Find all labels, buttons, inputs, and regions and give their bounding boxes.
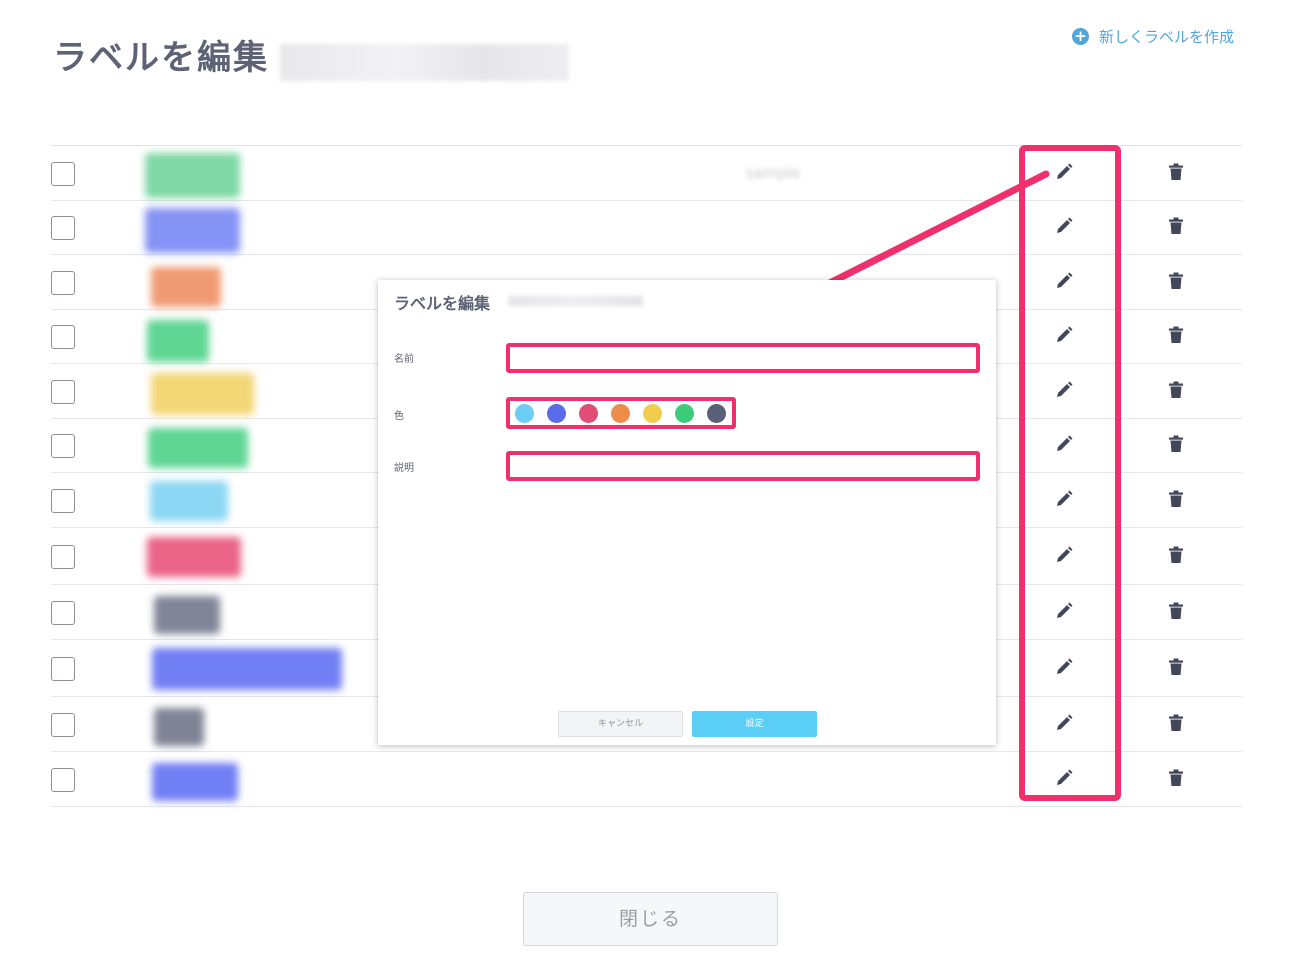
color-swatch[interactable]	[515, 403, 534, 423]
name-label: 名前	[394, 354, 414, 365]
label-description: sample	[746, 163, 801, 182]
row-checkbox[interactable]	[51, 488, 75, 513]
pencil-icon[interactable]	[1054, 768, 1074, 788]
plus-circle-icon: +	[1072, 28, 1089, 45]
page-title: ラベルを編集	[53, 38, 269, 78]
description-input[interactable]	[506, 451, 980, 481]
pencil-icon[interactable]	[1054, 489, 1074, 509]
trash-icon[interactable]	[1166, 768, 1186, 788]
row-checkbox[interactable]	[51, 712, 75, 737]
close-button[interactable]: 閉じる	[523, 892, 778, 946]
create-label-button[interactable]: + 新しくラベルを作成	[1072, 26, 1234, 47]
label-color-chip	[147, 320, 209, 362]
table-row	[51, 752, 1242, 807]
row-checkbox[interactable]	[51, 544, 75, 569]
color-swatch[interactable]	[579, 403, 598, 423]
row-checkbox[interactable]	[51, 161, 75, 186]
label-color-chip	[152, 763, 238, 801]
color-label: 色	[394, 411, 404, 422]
pencil-icon[interactable]	[1054, 162, 1074, 182]
label-table: sample	[51, 145, 1242, 807]
label-color-chip	[154, 596, 220, 634]
row-checkbox[interactable]	[51, 767, 75, 792]
row-checkbox[interactable]	[51, 656, 75, 681]
label-color-chip	[150, 481, 228, 521]
pencil-icon[interactable]	[1054, 434, 1074, 454]
trash-icon[interactable]	[1166, 325, 1186, 345]
label-color-chip	[145, 153, 240, 198]
pencil-icon[interactable]	[1054, 325, 1074, 345]
row-checkbox[interactable]	[51, 600, 75, 625]
table-row	[51, 201, 1242, 255]
description-label: 説明	[394, 463, 414, 474]
row-checkbox[interactable]	[51, 216, 75, 240]
trash-icon[interactable]	[1166, 216, 1186, 236]
label-color-chip	[148, 428, 248, 468]
row-checkbox[interactable]	[51, 434, 75, 458]
pencil-icon[interactable]	[1054, 380, 1074, 400]
table-row: sample	[51, 146, 1242, 201]
label-color-chip	[152, 648, 342, 690]
color-swatch[interactable]	[547, 403, 566, 423]
color-swatch[interactable]	[643, 403, 662, 423]
pencil-icon[interactable]	[1054, 713, 1074, 733]
pencil-icon[interactable]	[1054, 216, 1074, 236]
trash-icon[interactable]	[1166, 271, 1186, 291]
trash-icon[interactable]	[1166, 601, 1186, 621]
trash-icon[interactable]	[1166, 545, 1186, 565]
color-swatch[interactable]	[675, 403, 694, 423]
label-color-chip	[154, 708, 204, 746]
trash-icon[interactable]	[1166, 434, 1186, 454]
trash-icon[interactable]	[1166, 162, 1186, 182]
label-name-redacted	[280, 44, 569, 81]
pencil-icon[interactable]	[1054, 601, 1074, 621]
pencil-icon[interactable]	[1054, 271, 1074, 291]
row-checkbox[interactable]	[51, 270, 75, 295]
color-swatch[interactable]	[707, 403, 726, 423]
cancel-button[interactable]: キャンセル	[558, 711, 683, 737]
pencil-icon[interactable]	[1054, 545, 1074, 565]
submit-button[interactable]: 設定	[692, 711, 817, 737]
dialog-title: ラベルを編集	[394, 294, 491, 313]
row-checkbox[interactable]	[51, 325, 75, 349]
label-color-chip	[147, 537, 241, 577]
label-color-chip	[151, 267, 221, 307]
color-swatch[interactable]	[611, 403, 630, 423]
trash-icon[interactable]	[1166, 657, 1186, 677]
name-input[interactable]	[506, 343, 980, 373]
label-color-chip	[151, 373, 254, 415]
pencil-icon[interactable]	[1054, 657, 1074, 677]
color-picker	[506, 397, 736, 429]
label-color-chip	[145, 208, 240, 253]
trash-icon[interactable]	[1166, 713, 1186, 733]
row-checkbox[interactable]	[51, 379, 75, 404]
trash-icon[interactable]	[1166, 380, 1186, 400]
trash-icon[interactable]	[1166, 489, 1186, 509]
edit-label-dialog: ラベルを編集 名前 色 説明 キャンセル 設定	[378, 280, 996, 745]
create-label-text: 新しくラベルを作成	[1099, 28, 1235, 46]
dialog-subtitle-redacted	[508, 296, 643, 306]
